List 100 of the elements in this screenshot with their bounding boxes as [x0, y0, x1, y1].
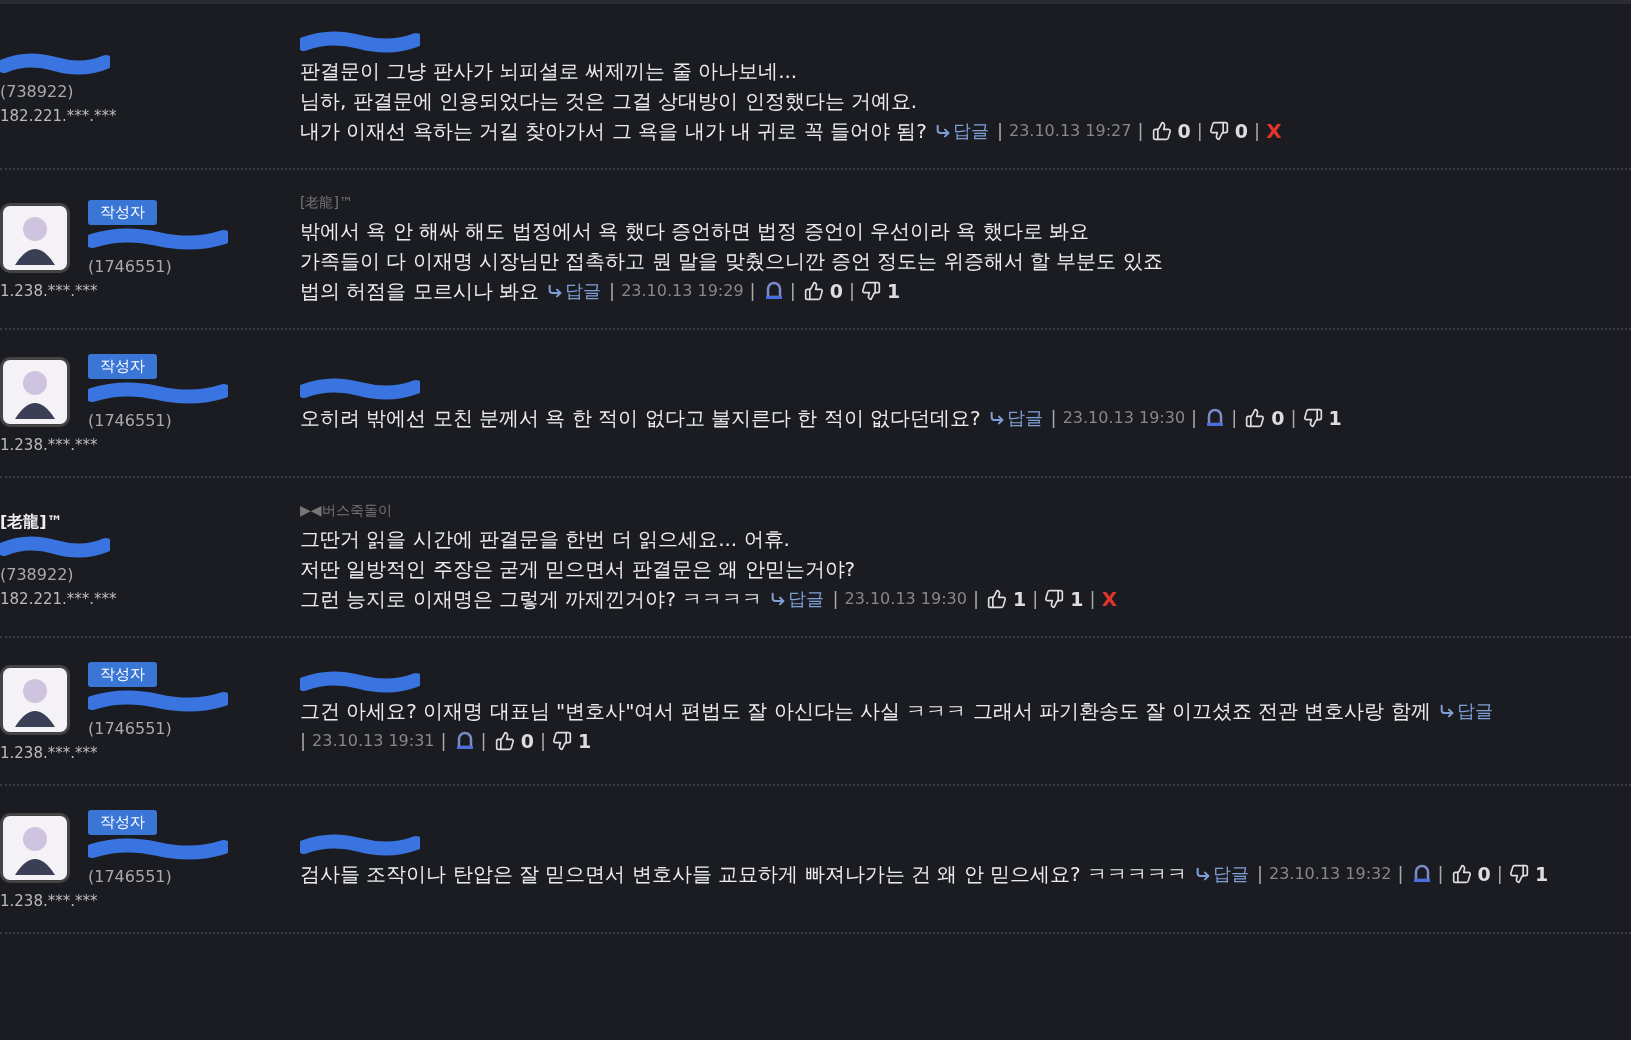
reply-target-name: [老龍]™ — [300, 194, 354, 212]
separator: | — [1089, 587, 1096, 611]
user-id: (1746551) — [88, 867, 173, 886]
dislike-count: 1 — [578, 729, 592, 754]
dislike-count: 1 — [1534, 862, 1549, 887]
comment-date: 23.10.13 19:32 — [1269, 863, 1392, 885]
separator: | — [1231, 406, 1238, 430]
dislike-button[interactable] — [1302, 408, 1323, 428]
reply-target-name: ▶◀버스죽돌이 — [300, 502, 393, 520]
comment-text: 그딴거 읽을 시간에 판결문을 한번 더 읽으세요... 어휴. — [300, 526, 791, 553]
separator: | — [1256, 862, 1263, 886]
comment-text: 검사들 조작이나 탄압은 잘 믿으면서 변호사들 교묘하게 빠져나가는 건 왜 안 믿으세요? ㅋㅋㅋㅋㅋ — [300, 861, 1187, 888]
comment-text: 밖에서 욕 안 해싸 해도 법정에서 욕 했다 증언하면 법정 증언이 우선이라 욕 했다로 봐요 — [300, 218, 1090, 245]
like-count: 1 — [1013, 587, 1027, 612]
comment-text: 님하, 판결문에 인용되었다는 것은 그걸 상대방이 인정했다는 거예요. — [300, 88, 919, 115]
comment-text: 법의 허점을 모르시나 봐요 — [300, 278, 540, 305]
ip-address: 1.238.***.*** — [0, 282, 99, 300]
dislike-count: 1 — [887, 279, 901, 304]
like-button[interactable] — [494, 731, 515, 751]
reply-arrow-icon — [988, 410, 1005, 426]
dislike-count: 0 — [1234, 119, 1249, 144]
reply-arrow-icon — [934, 123, 951, 139]
separator: | — [1196, 119, 1203, 143]
separator: | — [972, 587, 979, 611]
like-count: 0 — [1271, 406, 1285, 431]
separator: | — [749, 279, 756, 303]
user-name[interactable]: [老龍]™ — [0, 512, 300, 533]
report-icon[interactable] — [763, 281, 784, 301]
separator: | — [1032, 587, 1039, 611]
dislike-count: 1 — [1328, 406, 1342, 431]
separator: | — [1437, 862, 1444, 886]
reply-link[interactable]: 답글 — [988, 403, 1043, 433]
reply-arrow-icon — [1194, 866, 1211, 882]
separator: | — [1050, 406, 1057, 430]
separator: | — [832, 587, 839, 611]
user-id: (1746551) — [88, 719, 173, 738]
like-button[interactable] — [803, 281, 824, 301]
dislike-button[interactable] — [1208, 121, 1229, 141]
separator: | — [1254, 119, 1261, 143]
user-id: (738922) — [0, 565, 75, 584]
report-icon[interactable] — [1411, 864, 1432, 884]
reply-link[interactable]: 답글 — [547, 276, 602, 306]
separator: | — [849, 279, 856, 303]
like-button[interactable] — [1245, 408, 1266, 428]
separator: | — [1290, 406, 1297, 430]
reply-arrow-icon — [547, 283, 564, 299]
dislike-button[interactable] — [1508, 864, 1529, 884]
writer-badge: 작성자 — [88, 200, 157, 225]
like-count: 0 — [1477, 862, 1491, 887]
like-count: 0 — [829, 279, 843, 304]
comment-date: 23.10.13 19:29 — [621, 280, 744, 302]
like-button[interactable] — [1151, 121, 1172, 141]
dislike-button[interactable] — [552, 731, 572, 751]
dislike-button[interactable] — [861, 281, 882, 301]
reply-arrow-icon — [1438, 703, 1455, 719]
comment-text: 판결문이 그냥 판사가 뇌피셜로 써제끼는 줄 아나보네... — [300, 58, 799, 85]
delete-button[interactable]: X — [1101, 587, 1118, 611]
comment-text: 오히려 밖에선 모친 분께서 욕 한 적이 없다고 불지른다 한 적이 없다던데요? — [300, 405, 981, 432]
dislike-button[interactable] — [1044, 589, 1065, 609]
ip-address: 1.238.***.*** — [0, 744, 99, 762]
separator: | — [539, 729, 546, 753]
user-id: (1746551) — [88, 411, 173, 430]
comment-text: 저딴 일방적인 주장은 굳게 믿으면서 판결문은 왜 안믿는거야? — [300, 556, 857, 583]
report-icon[interactable] — [1205, 408, 1226, 428]
reply-link[interactable]: 답글 — [1438, 696, 1493, 726]
separator: | — [300, 729, 307, 753]
comment-date: 23.10.13 19:30 — [844, 588, 967, 610]
like-count: 0 — [520, 729, 534, 754]
separator: | — [996, 119, 1003, 143]
separator: | — [480, 729, 487, 753]
reply-link[interactable]: 답글 — [770, 584, 825, 614]
comment-text: 내가 이재선 욕하는 거길 찾아가서 그 욕을 내가 내 귀로 꼭 들어야 됨? — [300, 118, 927, 145]
comment-text: 그런 능지로 이재명은 그렇게 까제낀거야? ㅋㅋㅋㅋ — [300, 586, 763, 613]
ip-address: 1.238.***.*** — [0, 436, 99, 454]
writer-badge: 작성자 — [88, 354, 157, 379]
writer-badge: 작성자 — [88, 810, 157, 835]
report-icon[interactable] — [454, 731, 475, 751]
comment-date: 23.10.13 19:30 — [1062, 407, 1186, 429]
separator: | — [789, 279, 796, 303]
separator: | — [1397, 862, 1404, 886]
ip-address: 182.221.***.*** — [0, 590, 118, 608]
comment-date: 23.10.13 19:31 — [312, 730, 435, 752]
separator: | — [1191, 406, 1198, 430]
reply-arrow-icon — [770, 591, 787, 607]
reply-link[interactable]: 답글 — [1194, 859, 1249, 889]
writer-badge: 작성자 — [88, 662, 157, 687]
dislike-count: 1 — [1070, 587, 1084, 612]
separator: | — [609, 279, 616, 303]
ip-address: 182.221.***.*** — [0, 106, 118, 125]
like-count: 0 — [1177, 119, 1191, 144]
separator: | — [1137, 119, 1144, 143]
reply-link[interactable]: 답글 — [934, 116, 989, 146]
like-button[interactable] — [987, 589, 1007, 609]
separator: | — [440, 729, 447, 753]
delete-button[interactable]: X — [1266, 119, 1282, 143]
ip-address: 1.238.***.*** — [0, 892, 99, 910]
user-id: (738922) — [0, 81, 75, 101]
comment-text: 그건 아세요? 이재명 대표님 "변호사"여서 편법도 잘 아신다는 사실 ㅋㅋㅋ 그래서 파기환송도 잘 이끄셨죠 전관 변호사랑 함께 — [300, 698, 1431, 725]
comment-date: 23.10.13 19:27 — [1009, 120, 1132, 142]
like-button[interactable] — [1451, 864, 1472, 884]
